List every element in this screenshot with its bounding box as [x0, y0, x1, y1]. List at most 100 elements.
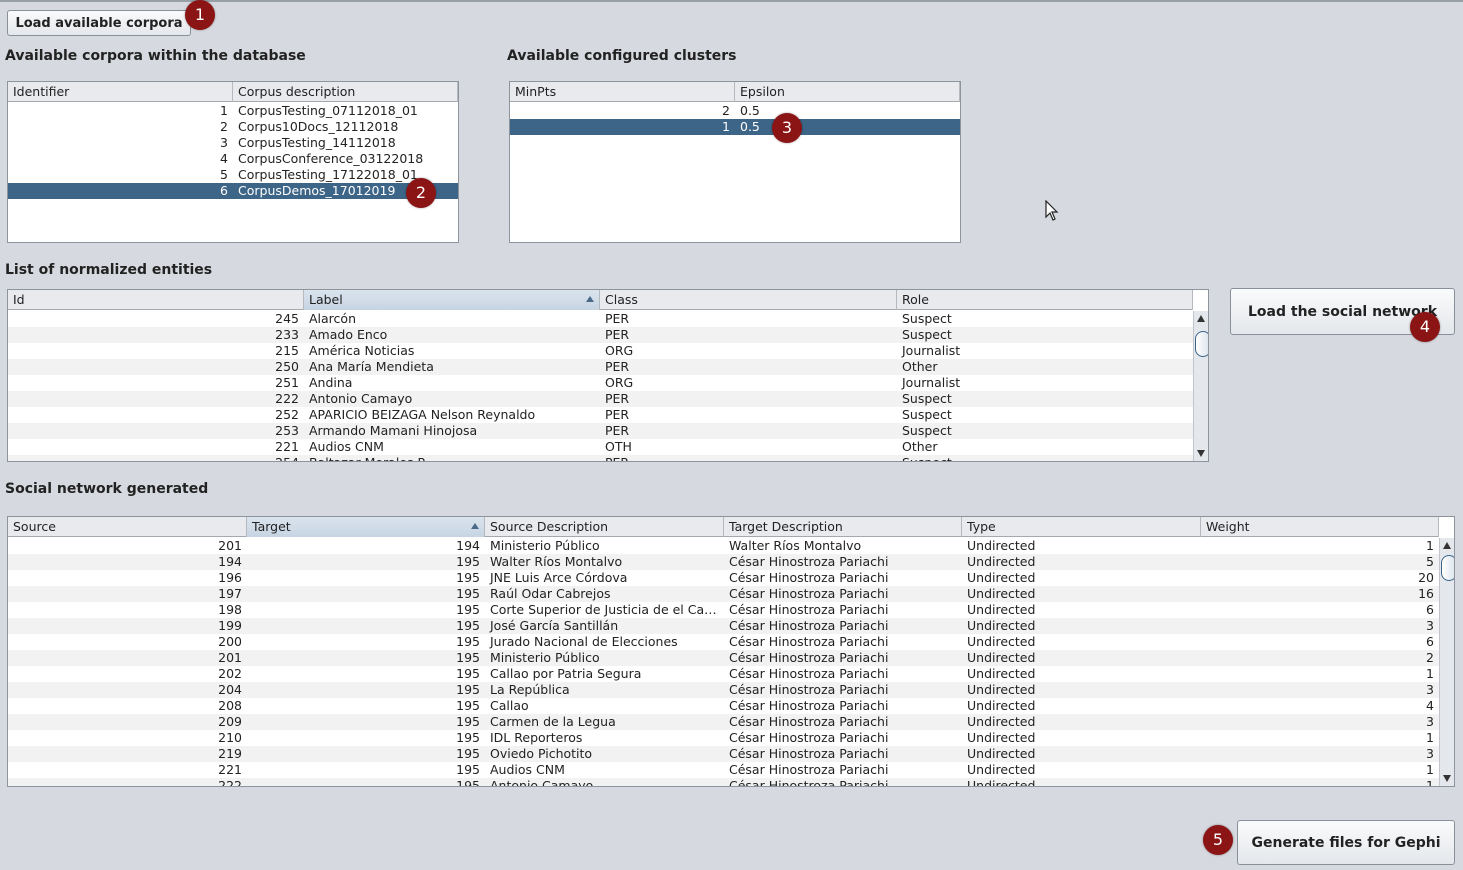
table-row[interactable]: 194 195 Walter Ríos Montalvo César Hinostro…	[8, 554, 1439, 570]
table-row[interactable]: 1 CorpusTesting_07112018_01	[8, 103, 458, 119]
table-cell: Suspect	[902, 423, 952, 438]
table-cell: 3	[1426, 714, 1434, 729]
table-cell: César Hinostroza Pariachi	[729, 762, 889, 777]
window-top-border	[0, 0, 1463, 2]
clusters-table[interactable]: MinPts Epsilon 2 0.5 1 0.5	[509, 81, 961, 243]
table-row[interactable]: 254Baltazar Morales P...PERSuspect	[8, 455, 1193, 461]
table-cell: 2	[220, 119, 228, 134]
step-badge-1: 1	[185, 0, 215, 30]
table-row[interactable]: 198 195 Corte Superior de Justicia de el C…	[8, 602, 1439, 618]
table-cell: América Noticias	[309, 343, 415, 358]
table-row[interactable]: 252 APARICIO BEIZAGA Nelson Reynaldo PER Su…	[8, 407, 1193, 423]
col-type[interactable]: Type	[962, 517, 1201, 537]
col-source[interactable]: Source	[8, 517, 247, 537]
sort-ascending-icon	[471, 523, 479, 529]
table-row[interactable]: 245 Alarcón PER Suspect	[8, 311, 1193, 327]
table-cell: 4	[1426, 698, 1434, 713]
table-row[interactable]: 222 Antonio Camayo PER Suspect	[8, 391, 1193, 407]
table-row[interactable]: 250 Ana María Mendieta PER Other	[8, 359, 1193, 375]
network-scroll-thumb[interactable]	[1441, 555, 1454, 581]
table-cell: Baltazar Morales P...	[304, 455, 600, 461]
entities-scrollbar[interactable]	[1193, 311, 1208, 461]
table-cell: 200	[218, 634, 242, 649]
table-row[interactable]: 221 195 Audios CNM César Hinostroza Pariach…	[8, 762, 1439, 778]
scroll-down-icon[interactable]	[1197, 450, 1205, 457]
table-cell: 6	[220, 183, 228, 198]
col-id[interactable]: Id	[8, 290, 304, 310]
table-row[interactable]: 2 0.5	[510, 103, 960, 119]
entities-scroll-thumb[interactable]	[1195, 331, 1208, 357]
table-cell: 195	[456, 698, 480, 713]
col-corpus-description[interactable]: Corpus description	[233, 82, 458, 102]
corpora-table-body: 1 CorpusTesting_07112018_01 2 Corpus10Docs_…	[8, 103, 458, 242]
table-row[interactable]: 2 Corpus10Docs_12112018	[8, 119, 458, 135]
generate-gephi-button[interactable]: Generate files for Gephi	[1237, 820, 1455, 865]
table-cell: 3	[1426, 618, 1434, 633]
table-cell: 194	[456, 538, 480, 553]
table-row[interactable]: 3 CorpusTesting_14112018	[8, 135, 458, 151]
table-row[interactable]: 6 CorpusDemos_17012019	[8, 183, 458, 199]
table-cell: PER	[605, 327, 630, 342]
col-class[interactable]: Class	[600, 290, 897, 310]
col-source-description[interactable]: Source Description	[485, 517, 724, 537]
col-target-description[interactable]: Target Description	[724, 517, 962, 537]
entities-table[interactable]: Id Label Class Role 245 Alarcón PER Suspect…	[7, 289, 1209, 462]
scroll-down-icon[interactable]	[1443, 775, 1451, 782]
table-cell: APARICIO BEIZAGA Nelson Reynaldo	[309, 407, 536, 422]
table-row[interactable]: 208 195 Callao César Hinostroza Pariachi Und…	[8, 698, 1439, 714]
col-minpts[interactable]: MinPts	[510, 82, 735, 102]
load-corpora-button[interactable]: Load available corpora	[7, 10, 191, 36]
table-row[interactable]: 4 CorpusConference_03122018	[8, 151, 458, 167]
col-identifier[interactable]: Identifier	[8, 82, 233, 102]
network-scrollbar[interactable]	[1439, 538, 1454, 786]
table-row[interactable]: 202 195 Callao por Patria Segura César Hino…	[8, 666, 1439, 682]
table-cell: Undirected	[967, 698, 1036, 713]
table-row[interactable]: 219 195 Oviedo Pichotito César Hinostroza P…	[8, 746, 1439, 762]
col-role[interactable]: Role	[897, 290, 1193, 310]
entities-table-body: 245 Alarcón PER Suspect 233 Amado Enco PER Susp…	[8, 311, 1193, 461]
table-row[interactable]: 215 América Noticias ORG Journalist	[8, 343, 1193, 359]
table-cell: 219	[218, 746, 242, 761]
table-row[interactable]: 209 195 Carmen de la Legua César Hinostroza…	[8, 714, 1439, 730]
social-network-table[interactable]: Source Target Source Description Target …	[7, 516, 1455, 787]
scroll-up-icon[interactable]	[1443, 542, 1451, 549]
table-cell: 194	[218, 554, 242, 569]
table-cell: 195	[456, 634, 480, 649]
table-cell: Suspect	[902, 311, 952, 326]
table-cell: 250	[275, 359, 299, 374]
col-weight[interactable]: Weight	[1201, 517, 1439, 537]
table-cell: Undirected	[967, 618, 1036, 633]
scroll-up-icon[interactable]	[1197, 315, 1205, 322]
table-row[interactable]: 221 Audios CNM OTH Other	[8, 439, 1193, 455]
table-row[interactable]: 201 194 Ministerio Público Walter Ríos Mont…	[8, 538, 1439, 554]
table-row[interactable]: 201 195 Ministerio Público César Hinostroza…	[8, 650, 1439, 666]
table-row[interactable]: 251 Andina ORG Journalist	[8, 375, 1193, 391]
col-label[interactable]: Label	[304, 290, 600, 310]
table-row[interactable]: 200 195 Jurado Nacional de Elecciones César…	[8, 634, 1439, 650]
table-cell: PER	[605, 407, 630, 422]
table-row[interactable]: 253 Armando Mamani Hinojosa PER Suspect	[8, 423, 1193, 439]
table-cell: CorpusTesting_07112018_01	[238, 103, 418, 118]
table-row[interactable]: 222 195 Antonio Camayo César Hinostroza Par…	[8, 778, 1439, 786]
table-cell: 252	[275, 407, 299, 422]
col-target[interactable]: Target	[247, 517, 485, 537]
table-row[interactable]: 199 195 José García Santillán César Hinostr…	[8, 618, 1439, 634]
table-row[interactable]: 1 0.5	[510, 119, 960, 135]
col-epsilon[interactable]: Epsilon	[735, 82, 960, 102]
table-cell: Undirected	[967, 714, 1036, 729]
table-row[interactable]: 196 195 JNE Luis Arce Córdova César Hinostr…	[8, 570, 1439, 586]
table-cell: OTH	[605, 439, 632, 454]
table-row[interactable]: 210 195 IDL Reporteros César Hinostroza Par…	[8, 730, 1439, 746]
table-row[interactable]: 204 195 La República César Hinostroza Paria…	[8, 682, 1439, 698]
corpora-table[interactable]: Identifier Corpus description 1 CorpusTes…	[7, 81, 459, 243]
entities-table-header: Id Label Class Role	[8, 290, 1193, 310]
table-cell: Undirected	[967, 682, 1036, 697]
table-cell: 16	[1418, 586, 1434, 601]
table-cell: 195	[456, 570, 480, 585]
entities-section-title: List of normalized entities	[5, 262, 213, 278]
table-cell: 199	[218, 618, 242, 633]
table-row[interactable]: 5 CorpusTesting_17122018_01	[8, 167, 458, 183]
table-row[interactable]: 233 Amado Enco PER Suspect	[8, 327, 1193, 343]
table-cell: 233	[275, 327, 299, 342]
table-row[interactable]: 197 195 Raúl Odar Cabrejos César Hinostroza…	[8, 586, 1439, 602]
